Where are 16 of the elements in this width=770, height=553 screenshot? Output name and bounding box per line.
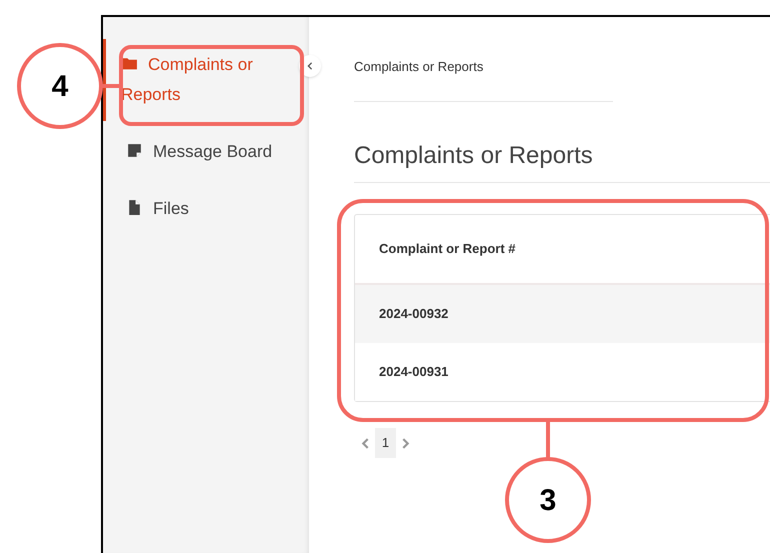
column-header: Complaint or Report # — [379, 240, 516, 258]
page-button[interactable]: 1 — [375, 428, 396, 458]
previous-page-icon[interactable] — [360, 438, 371, 448]
page-title: Complaints or Reports — [354, 141, 594, 171]
file-icon — [126, 199, 143, 216]
table-cell-text: 2024-00932 — [379, 305, 448, 324]
folder-icon — [121, 55, 138, 72]
note-icon — [126, 142, 143, 159]
table-cell-text: 2024-00931 — [379, 363, 448, 382]
next-page-icon[interactable] — [400, 438, 411, 448]
breadcrumb[interactable]: Complaints or Reports — [354, 57, 770, 77]
sidebar-item[interactable]: Files — [103, 194, 293, 224]
chevron-left-icon — [306, 62, 314, 70]
callout-number: 4 — [17, 43, 103, 129]
sidebar-item[interactable]: Message Board — [103, 137, 293, 167]
callout-number: 3 — [505, 457, 591, 543]
